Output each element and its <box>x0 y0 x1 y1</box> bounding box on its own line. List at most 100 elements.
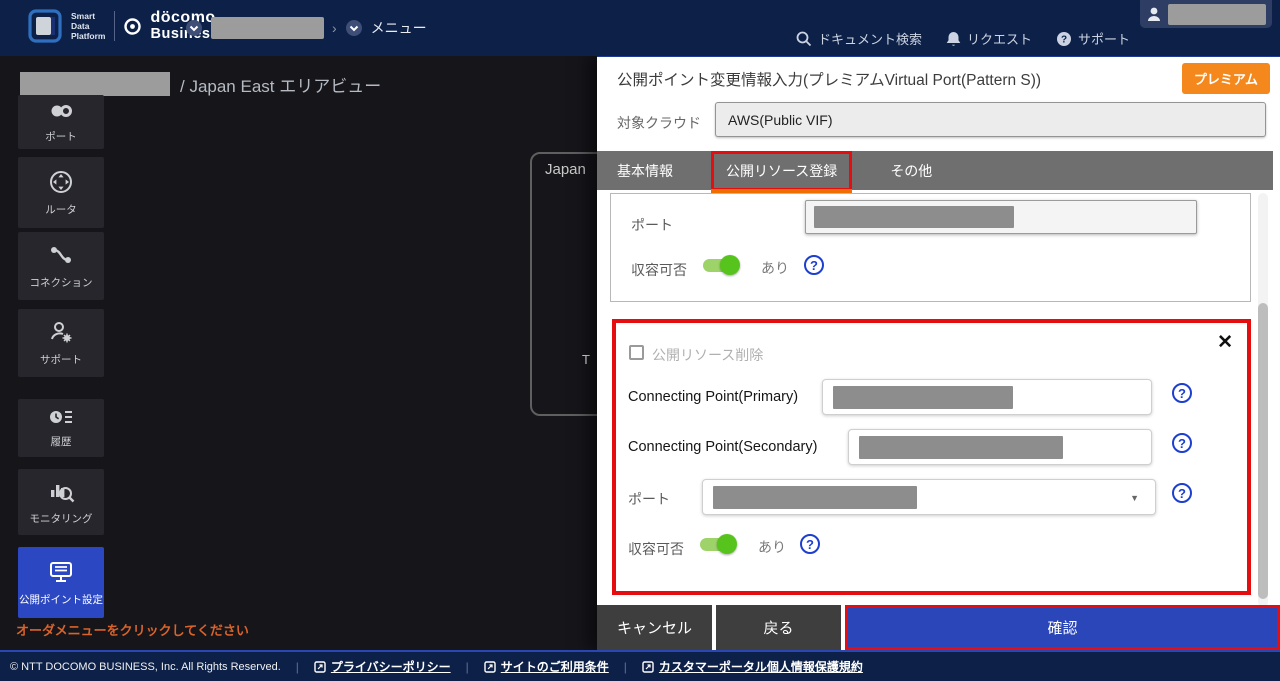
help-icon[interactable]: ? <box>1172 433 1192 453</box>
redacted-secondary-value <box>859 436 1063 459</box>
back-button[interactable]: 戻る <box>716 605 841 650</box>
brand-text: Smart Data Platform <box>71 11 106 41</box>
cancel-button[interactable]: キャンセル <box>597 605 712 650</box>
sidebar-item-label: 公開ポイント設定 <box>19 593 103 606</box>
external-doc-icon <box>314 660 326 673</box>
sidebar-item-monitoring[interactable]: モニタリング <box>18 469 104 535</box>
help-icon[interactable]: ? <box>1172 483 1192 503</box>
support-person-gear-icon <box>48 319 74 345</box>
sidebar-item-public-point-settings[interactable]: 公開ポイント設定 <box>18 547 104 618</box>
delete-resource-checkbox[interactable] <box>629 345 644 360</box>
user-icon <box>1146 6 1162 22</box>
delete-resource-label: 公開リソース削除 <box>652 347 764 363</box>
target-cloud-field[interactable]: AWS(Public VIF) <box>715 102 1266 137</box>
sidebar-item-connection[interactable]: コネクション <box>18 232 104 300</box>
help-icon[interactable]: ? <box>1172 383 1192 403</box>
context-selector: › メニュー <box>185 17 427 39</box>
help-icon[interactable]: ? <box>800 534 820 554</box>
area-box-partial-text: T <box>582 352 590 367</box>
sidebar-item-label: サポート <box>40 354 82 366</box>
footer-separator: | <box>465 659 469 674</box>
user-account-menu[interactable] <box>1140 0 1272 28</box>
redacted-tenant-name <box>20 72 170 96</box>
target-cloud-label: 対象クラウド <box>617 115 701 131</box>
svg-text:?: ? <box>1061 34 1067 45</box>
help-icon[interactable]: ? <box>804 255 824 275</box>
copyright-text: © NTT DOCOMO BUSINESS, Inc. All Rights R… <box>10 660 281 673</box>
edit-capacity-value: あり <box>758 539 786 555</box>
dialog-tabs: 基本情報 公開リソース登録 その他 <box>597 150 1273 193</box>
router-icon <box>48 169 74 195</box>
redacted-context-value[interactable] <box>211 17 324 39</box>
top-navigation-bar: Smart Data Platform döcomo Business › メニ… <box>0 0 1280 56</box>
edit-port-dropdown[interactable]: ▼ <box>702 479 1156 515</box>
port-label: ポート <box>631 217 673 233</box>
smart-data-platform-icon <box>28 9 62 43</box>
sidebar-item-history[interactable]: 履歴 <box>18 399 104 457</box>
redacted-port-value <box>814 206 1014 228</box>
chevron-down-icon: ▼ <box>1130 493 1139 503</box>
toggle-knob <box>717 534 737 554</box>
sidebar-item-label: ポート <box>45 131 77 143</box>
redacted-edit-port-value <box>713 486 917 509</box>
chevron-down-icon[interactable] <box>345 19 363 37</box>
footer-separator: | <box>623 659 627 674</box>
privacy-policy-link[interactable]: プライバシーポリシー <box>314 658 451 675</box>
external-doc-icon <box>642 660 654 673</box>
toggle-knob <box>720 255 740 275</box>
capacity-toggle[interactable] <box>703 255 745 275</box>
breadcrumb-separator: › <box>332 20 337 36</box>
area-box-title: Japan <box>545 161 586 178</box>
tab-other[interactable]: その他 <box>890 161 932 181</box>
bell-icon <box>946 31 961 47</box>
port-icon <box>48 100 74 122</box>
footer-separator: | <box>295 659 299 674</box>
page-footer: © NTT DOCOMO BUSINESS, Inc. All Rights R… <box>0 650 1280 681</box>
dialog-scrollbar <box>1258 193 1268 607</box>
site-terms-link[interactable]: サイトのご利用条件 <box>484 658 609 675</box>
capacity-value: あり <box>761 260 789 276</box>
redacted-primary-value <box>833 386 1013 409</box>
confirm-button[interactable]: 確認 <box>845 605 1280 650</box>
sidebar-item-router[interactable]: ルータ <box>18 157 104 228</box>
sidebar-item-label: 履歴 <box>50 436 72 448</box>
edit-port-label: ポート <box>628 491 670 507</box>
request-button[interactable]: リクエスト <box>946 29 1032 48</box>
sidebar-item-label: モニタリング <box>29 513 93 525</box>
breadcrumb: / Japan East エリアビュー <box>180 77 382 96</box>
question-circle-icon: ? <box>1056 31 1072 47</box>
support-button[interactable]: ? サポート <box>1056 29 1130 48</box>
sidebar-item-support[interactable]: サポート <box>18 309 104 377</box>
connecting-point-secondary-field[interactable] <box>848 429 1152 465</box>
edit-capacity-toggle[interactable] <box>700 534 742 554</box>
history-clock-icon <box>48 407 74 427</box>
connection-icon <box>48 242 74 268</box>
edit-resource-section: ✕ 公開リソース削除 Connecting Point(Primary) ? C… <box>612 319 1251 595</box>
personal-info-rules-link[interactable]: カスタマーポータル個人情報保護規約 <box>642 658 863 675</box>
target-cloud-value: AWS(Public VIF) <box>728 111 833 128</box>
order-menu-hint: オーダメニューをクリックしてください <box>16 623 249 638</box>
monitoring-chart-magnifier-icon <box>47 478 75 504</box>
docomo-mark-icon <box>124 17 142 35</box>
connecting-point-primary-label: Connecting Point(Primary) <box>628 389 799 405</box>
topbar-actions: ドキュメント検索 リクエスト ? サポート <box>796 29 1130 48</box>
close-icon[interactable]: ✕ <box>1217 331 1233 354</box>
scrollbar-thumb[interactable] <box>1258 303 1268 599</box>
chevron-down-icon[interactable] <box>185 19 203 37</box>
sidebar-item-label: ルータ <box>45 203 77 216</box>
brand-divider <box>114 11 116 41</box>
connecting-point-primary-field[interactable] <box>822 379 1152 415</box>
tab-basic-info[interactable]: 基本情報 <box>617 161 673 181</box>
redacted-username <box>1168 3 1266 25</box>
port-field[interactable] <box>805 200 1197 234</box>
menu-dropdown[interactable]: メニュー <box>371 18 427 38</box>
public-point-monitor-icon <box>47 559 75 585</box>
dialog-title: 公開ポイント変更情報入力(プレミアムVirtual Port(Pattern S… <box>617 72 1042 89</box>
capacity-label: 収容可否 <box>631 262 687 278</box>
tab-public-resource-registration[interactable]: 公開リソース登録 <box>711 150 853 193</box>
sidebar-item-label: コネクション <box>29 277 93 289</box>
document-search-button[interactable]: ドキュメント検索 <box>796 29 922 48</box>
external-doc-icon <box>484 660 496 673</box>
sidebar-item-port[interactable]: ポート <box>18 95 104 149</box>
public-point-edit-dialog: 公開ポイント変更情報入力(プレミアムVirtual Port(Pattern S… <box>597 55 1280 650</box>
